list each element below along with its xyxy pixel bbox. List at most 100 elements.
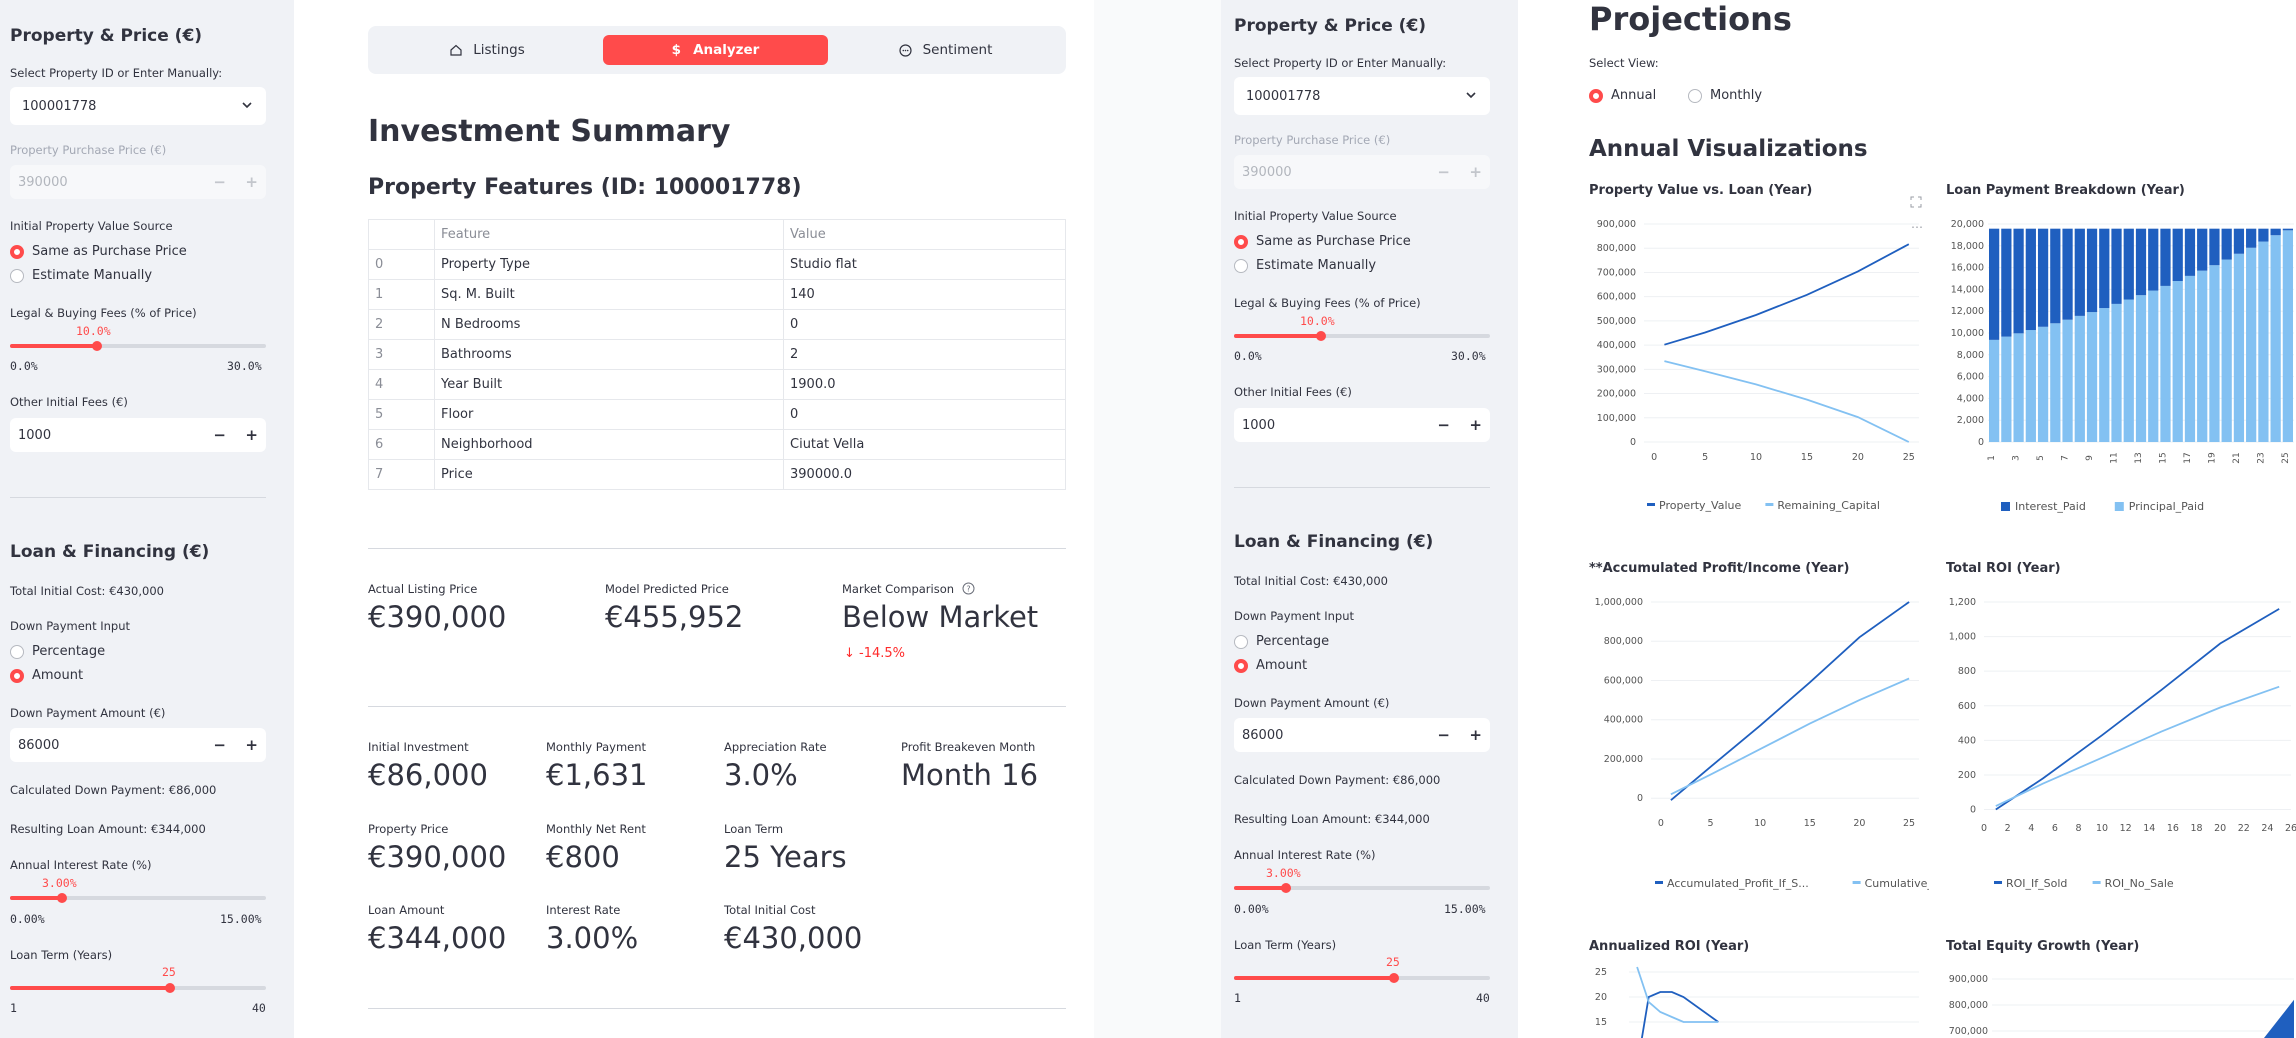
table-row: 4 Year Built 1900.0 xyxy=(368,369,1066,400)
interest-slider-thumb[interactable] xyxy=(1281,883,1291,893)
y-tick-label: 12,000 xyxy=(1951,306,1984,317)
bar-principal-paid xyxy=(2270,235,2281,442)
term-slider-thumb[interactable] xyxy=(1389,973,1399,983)
decrement-button[interactable]: − xyxy=(1437,726,1450,744)
bar-interest-paid xyxy=(2148,228,2159,291)
fees-label: Legal & Buying Fees (% of Price) xyxy=(1234,296,1421,310)
value-cell: 140 xyxy=(783,279,1066,310)
metric-value: 3.00% xyxy=(546,921,639,955)
tab-sentiment[interactable]: Sentiment xyxy=(834,35,1056,65)
increment-button[interactable]: + xyxy=(1469,726,1482,744)
bar-principal-paid xyxy=(2209,265,2220,442)
increment-button[interactable]: + xyxy=(245,736,258,754)
term-max: 40 xyxy=(1476,991,1490,1005)
chevron-down-icon xyxy=(1466,92,1476,99)
bar-interest-paid xyxy=(2123,228,2134,300)
radio-label: Estimate Manually xyxy=(1256,258,1377,273)
term-slider-thumb[interactable] xyxy=(165,983,175,993)
bar-interest-paid xyxy=(2135,228,2147,296)
property-id-select[interactable]: 100001778 xyxy=(1234,77,1490,115)
value-cell: Ciutat Vella xyxy=(783,429,1066,460)
bar-interest-paid xyxy=(2001,228,2012,337)
fees-slider-thumb[interactable] xyxy=(1316,331,1326,341)
decrement-button[interactable]: − xyxy=(213,426,226,444)
chart-title: Property Value vs. Loan (Year) xyxy=(1589,183,1813,198)
x-tick-label: 4 xyxy=(2028,823,2034,834)
metric-value: €800 xyxy=(546,840,620,874)
radio-monthly[interactable]: Monthly xyxy=(1688,88,1762,103)
interest-slider-fill xyxy=(10,896,62,900)
x-tick-label: 11 xyxy=(2110,452,2120,463)
table-header xyxy=(368,219,435,250)
bar-principal-paid xyxy=(2184,275,2196,442)
x-tick-label: 15 xyxy=(1801,452,1813,463)
decrement-button[interactable]: − xyxy=(213,736,226,754)
other-fees-input[interactable]: 1000 − + xyxy=(10,418,266,452)
increment-button[interactable]: + xyxy=(1469,416,1482,434)
fees-max: 30.0% xyxy=(1451,349,1486,363)
sidebar-divider xyxy=(10,497,266,498)
radio-estimate-manually[interactable]: Estimate Manually xyxy=(10,268,152,283)
down-amount-input[interactable]: 86000 − + xyxy=(1234,718,1490,752)
increment-button[interactable]: + xyxy=(245,173,258,191)
purchase-price-input[interactable]: 390000 − + xyxy=(10,165,266,199)
metric-label: Loan Amount xyxy=(368,903,445,917)
decrement-button[interactable]: − xyxy=(1437,163,1450,181)
legend-label: ROI_No_Sale xyxy=(2105,877,2174,890)
tab-listings[interactable]: Listings xyxy=(378,35,596,65)
x-tick-label: 22 xyxy=(2238,823,2250,834)
chart-title: Total ROI (Year) xyxy=(1946,561,2061,576)
value-source-label: Initial Property Value Source xyxy=(1234,209,1397,223)
y-tick-label: 20 xyxy=(1595,992,1607,1003)
radio-label: Same as Purchase Price xyxy=(1256,234,1411,249)
purchase-price-label: Property Purchase Price (€) xyxy=(10,143,167,157)
property-id-select[interactable]: 100001778 xyxy=(10,87,266,125)
y-tick-label: 400 xyxy=(1958,735,1976,746)
fees-slider-thumb[interactable] xyxy=(92,341,102,351)
left-sidebar: Property & Price (€) Select Property ID … xyxy=(0,0,294,1038)
decrement-button[interactable]: − xyxy=(213,173,226,191)
radio-percentage[interactable]: Percentage xyxy=(1234,634,1329,649)
chart-title: Total Equity Growth (Year) xyxy=(1946,939,2140,954)
y-tick-label: 2,000 xyxy=(1957,415,1984,426)
total-initial-cost: Total Initial Cost: €430,000 xyxy=(10,584,164,598)
radio-unchecked-icon xyxy=(1688,88,1702,103)
radio-annual[interactable]: Annual xyxy=(1589,88,1656,103)
y-tick-label: 6,000 xyxy=(1957,372,1984,383)
bar-interest-paid xyxy=(2013,228,2024,334)
series-line-roi-if-sold xyxy=(1995,608,2280,811)
decrement-button[interactable]: − xyxy=(1437,416,1450,434)
radio-same-as-purchase[interactable]: Same as Purchase Price xyxy=(10,244,187,259)
increment-button[interactable]: + xyxy=(1469,163,1482,181)
tab-label: Listings xyxy=(473,42,525,58)
bar-principal-paid xyxy=(2221,259,2232,442)
legend-label: ROI_If_Sold xyxy=(2006,877,2067,890)
radio-estimate-manually[interactable]: Estimate Manually xyxy=(1234,258,1376,273)
y-tick-label: 10,000 xyxy=(1951,328,1984,339)
y-tick-label: 0 xyxy=(1637,793,1643,804)
interest-slider-thumb[interactable] xyxy=(57,893,67,903)
radio-same-as-purchase[interactable]: Same as Purchase Price xyxy=(1234,234,1411,249)
more-options-icon[interactable]: ⋯ xyxy=(1911,220,1923,234)
term-slider-value: 25 xyxy=(1386,955,1400,969)
fullscreen-icon[interactable] xyxy=(1910,196,1922,208)
x-tick-label: 19 xyxy=(2207,452,2217,464)
tab-analyzer[interactable]: $ Analyzer xyxy=(603,35,828,65)
radio-percentage[interactable]: Percentage xyxy=(10,644,105,659)
dollar-icon: $ xyxy=(671,42,682,58)
fees-label: Legal & Buying Fees (% of Price) xyxy=(10,306,197,320)
interest-slider-value: 3.00% xyxy=(1266,866,1301,880)
table-row: 3 Bathrooms 2 xyxy=(368,339,1066,370)
legend-label: Principal_Paid xyxy=(2129,500,2204,513)
value-cell: 0 xyxy=(783,399,1066,430)
sidebar-divider xyxy=(1234,487,1490,488)
other-fees-input[interactable]: 1000 − + xyxy=(1234,408,1490,442)
legend-swatch xyxy=(2114,502,2124,511)
increment-button[interactable]: + xyxy=(245,426,258,444)
down-amount-input[interactable]: 86000 − + xyxy=(10,728,266,762)
help-icon[interactable]: ? xyxy=(962,582,975,595)
radio-amount[interactable]: Amount xyxy=(1234,658,1307,673)
chart-title: Loan Payment Breakdown (Year) xyxy=(1946,183,2185,198)
radio-amount[interactable]: Amount xyxy=(10,668,83,683)
purchase-price-input[interactable]: 390000 − + xyxy=(1234,155,1490,189)
